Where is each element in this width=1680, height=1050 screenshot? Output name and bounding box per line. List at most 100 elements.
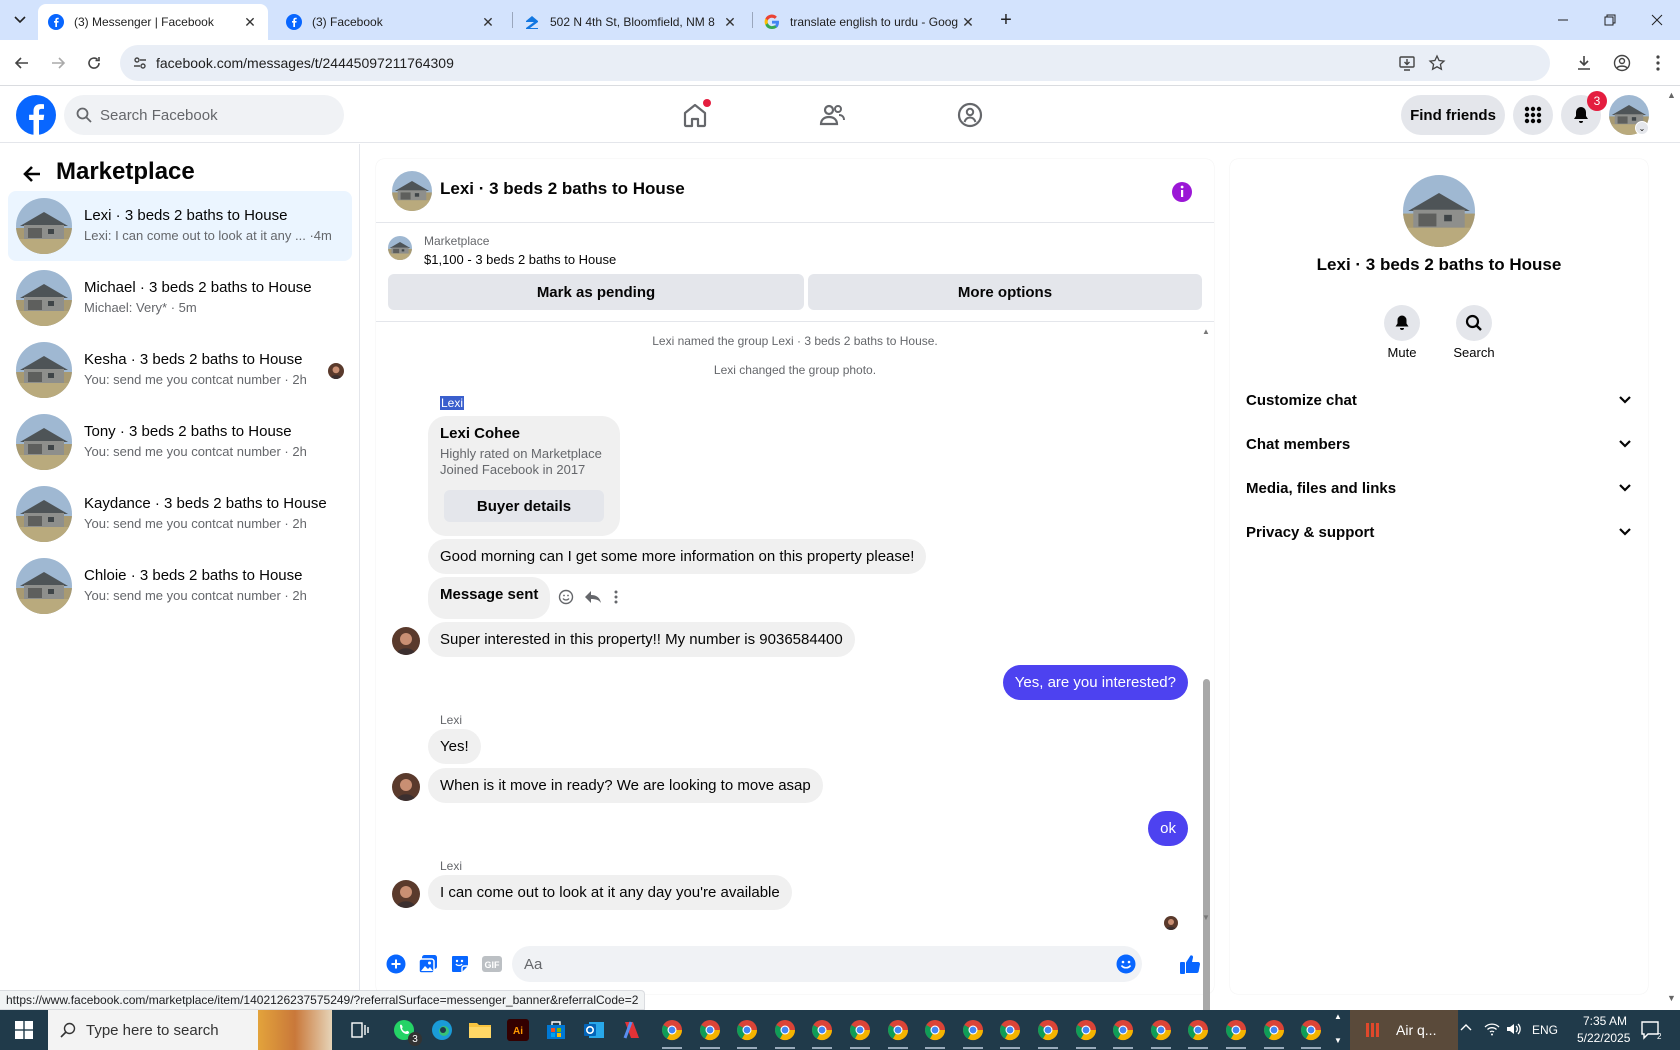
- install-app-icon[interactable]: [1398, 54, 1416, 72]
- page-scroll-up-arrow[interactable]: ▲: [1667, 90, 1676, 100]
- new-tab-button[interactable]: +: [994, 8, 1018, 32]
- friends-nav-button[interactable]: [802, 87, 862, 143]
- privacy-support-section[interactable]: Privacy & support: [1246, 512, 1632, 552]
- listing-thumbnail[interactable]: [388, 236, 412, 260]
- more-actions-button[interactable]: [384, 952, 408, 976]
- browser-tab-facebook[interactable]: (3) Facebook ✕: [276, 4, 506, 40]
- message-bubble[interactable]: I can come out to look at it any day you…: [428, 875, 792, 910]
- close-tab-icon[interactable]: ✕: [960, 14, 976, 31]
- page-scroll-down-arrow[interactable]: ▼: [1667, 993, 1676, 1003]
- conversation-item-kesha[interactable]: Kesha · 3 beds 2 baths to House You: sen…: [8, 335, 352, 405]
- task-view-button[interactable]: [344, 1014, 376, 1046]
- language-indicator[interactable]: ENG: [1532, 1023, 1558, 1037]
- mute-button[interactable]: [1384, 305, 1420, 341]
- forward-button[interactable]: [42, 47, 74, 79]
- search-in-chat-button[interactable]: [1456, 305, 1492, 341]
- chrome-taskbar-window[interactable]: [769, 1014, 801, 1049]
- message-bubble[interactable]: Yes!: [428, 729, 481, 764]
- emoji-icon[interactable]: [1116, 954, 1136, 974]
- account-avatar-button[interactable]: ⌄: [1609, 95, 1649, 135]
- listing-title[interactable]: $1,100 - 3 beds 2 baths to House: [424, 252, 616, 267]
- chrome-taskbar-window[interactable]: [806, 1014, 838, 1049]
- chrome-taskbar-window[interactable]: [844, 1014, 876, 1049]
- back-to-chats-button[interactable]: [18, 160, 46, 188]
- outlook-taskbar-app[interactable]: [578, 1014, 610, 1046]
- menu-button[interactable]: [1513, 95, 1553, 135]
- customize-chat-section[interactable]: Customize chat: [1246, 380, 1632, 420]
- my-message-bubble[interactable]: Yes, are you interested?: [1002, 665, 1188, 700]
- message-input[interactable]: [524, 955, 1094, 973]
- attach-photo-button[interactable]: [416, 952, 440, 976]
- chat-scrollbar[interactable]: ▲ ▼: [1200, 327, 1212, 1050]
- reply-icon[interactable]: [584, 589, 602, 605]
- address-bar[interactable]: facebook.com/messages/t/2444509721176430…: [120, 45, 1550, 81]
- facebook-search-input[interactable]: [100, 106, 320, 124]
- chrome-taskbar-window[interactable]: [694, 1014, 726, 1049]
- sticker-button[interactable]: [448, 952, 472, 976]
- sender-avatar[interactable]: [392, 880, 420, 908]
- store-taskbar-app[interactable]: [540, 1014, 572, 1046]
- conversation-item-tony[interactable]: Tony · 3 beds 2 baths to House You: send…: [8, 407, 352, 477]
- buyer-details-button[interactable]: Buyer details: [444, 490, 604, 522]
- tab-search-button[interactable]: [8, 8, 32, 32]
- sender-avatar[interactable]: [392, 627, 420, 655]
- browser-tab-messenger[interactable]: (3) Messenger | Facebook ✕: [38, 4, 268, 40]
- facebook-logo-icon[interactable]: [16, 95, 56, 135]
- reload-button[interactable]: [78, 47, 110, 79]
- browser-tab-google[interactable]: translate english to urdu - Goog ✕: [754, 4, 986, 40]
- mark-as-pending-button[interactable]: Mark as pending: [388, 274, 804, 310]
- chrome-taskbar-window[interactable]: [882, 1014, 914, 1049]
- profile-button[interactable]: [1606, 47, 1638, 79]
- chrome-taskbar-window[interactable]: [1070, 1014, 1102, 1049]
- home-nav-button[interactable]: [665, 87, 725, 143]
- info-icon[interactable]: [1171, 181, 1193, 203]
- facebook-search[interactable]: [64, 95, 344, 135]
- chrome-taskbar-window[interactable]: [957, 1014, 989, 1049]
- chrome-taskbar-window[interactable]: [1032, 1014, 1064, 1049]
- conversation-item-lexi[interactable]: Lexi · 3 beds 2 baths to House Lexi: I c…: [8, 191, 352, 261]
- media-files-links-section[interactable]: Media, files and links: [1246, 468, 1632, 508]
- message-bubble[interactable]: When is it move in ready? We are looking…: [428, 768, 823, 803]
- bookmark-star-icon[interactable]: [1428, 54, 1446, 72]
- chrome-taskbar-window[interactable]: [994, 1014, 1026, 1049]
- chat-avatar[interactable]: [392, 171, 432, 211]
- chrome-taskbar-window[interactable]: [1258, 1014, 1290, 1049]
- volume-indicator[interactable]: [1506, 1022, 1522, 1036]
- chrome-taskbar-window[interactable]: [1107, 1014, 1139, 1049]
- conversation-item-chloie[interactable]: Chloie · 3 beds 2 baths to House You: se…: [8, 551, 352, 621]
- find-friends-button[interactable]: Find friends: [1401, 95, 1505, 135]
- browser-tab-zillow[interactable]: 502 N 4th St, Bloomfield, NM 8 ✕: [514, 4, 748, 40]
- message-bubble[interactable]: Message sent: [428, 577, 551, 619]
- chrome-taskbar-window[interactable]: [1220, 1014, 1252, 1049]
- illustrator-taskbar-app[interactable]: Ai: [502, 1014, 534, 1046]
- show-hidden-icons[interactable]: [1460, 1022, 1472, 1034]
- chrome-taskbar-window[interactable]: [1295, 1014, 1327, 1049]
- notifications-button[interactable]: 3: [1561, 91, 1607, 135]
- clock-date[interactable]: 5/22/2025: [1577, 1031, 1630, 1045]
- gif-button[interactable]: GIF: [480, 952, 504, 976]
- message-bubble[interactable]: Good morning can I get some more informa…: [428, 539, 927, 574]
- close-tab-icon[interactable]: ✕: [722, 14, 738, 31]
- message-input-wrapper[interactable]: [512, 946, 1142, 982]
- send-like-button[interactable]: [1178, 952, 1202, 976]
- start-button[interactable]: [0, 1010, 48, 1050]
- chat-group-photo[interactable]: [1403, 175, 1475, 247]
- react-emoji-icon[interactable]: [558, 589, 574, 605]
- buyer-name[interactable]: Lexi Cohee: [440, 425, 520, 442]
- minimize-window-button[interactable]: [1540, 0, 1586, 40]
- more-options-button[interactable]: More options: [808, 274, 1202, 310]
- chrome-taskbar-window[interactable]: [1182, 1014, 1214, 1049]
- taskbar-search-box[interactable]: Type here to search: [48, 1010, 258, 1050]
- chrome-taskbar-window[interactable]: [656, 1014, 688, 1049]
- conversation-item-kaydance[interactable]: Kaydance · 3 beds 2 baths to House You: …: [8, 479, 352, 549]
- pinned-app-taskbar[interactable]: [616, 1014, 648, 1046]
- chat-members-section[interactable]: Chat members: [1246, 424, 1632, 464]
- taskbar-scroll-down[interactable]: ▼: [1334, 1036, 1342, 1045]
- scrollbar-thumb[interactable]: [1203, 679, 1210, 1050]
- close-window-button[interactable]: [1634, 0, 1680, 40]
- taskbar-scroll-up[interactable]: ▲: [1334, 1012, 1342, 1021]
- site-info-icon[interactable]: [132, 55, 148, 71]
- network-indicator[interactable]: [1484, 1022, 1500, 1036]
- sender-avatar[interactable]: [392, 773, 420, 801]
- chrome-taskbar-window[interactable]: [731, 1014, 763, 1049]
